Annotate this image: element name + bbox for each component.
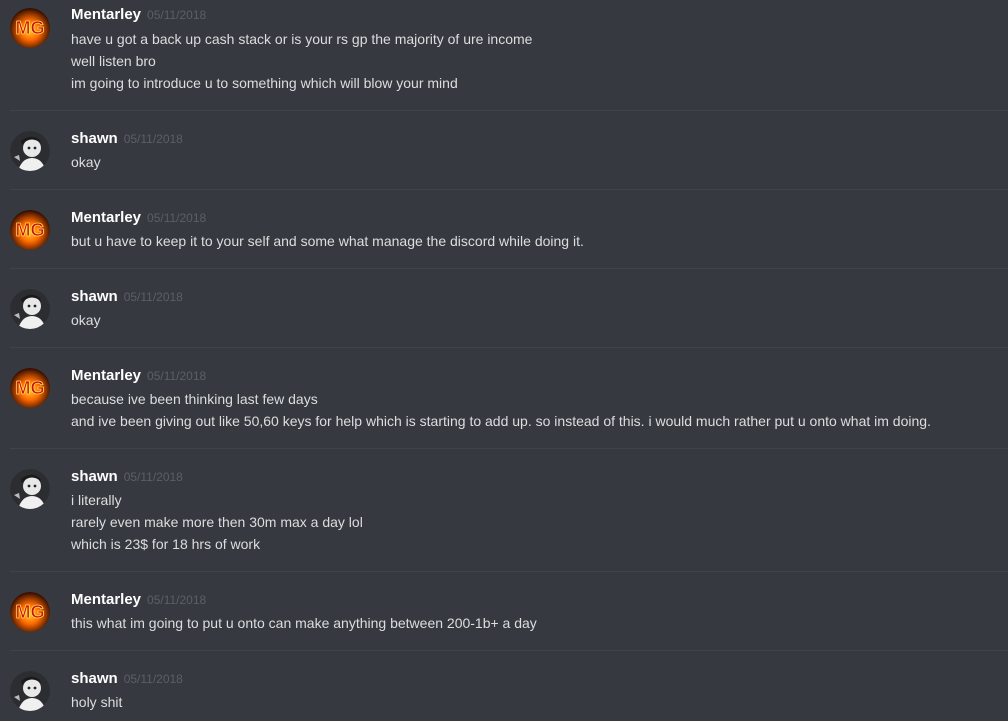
message-header: Mentarley 05/11/2018 <box>71 6 206 26</box>
message-divider <box>10 448 1008 449</box>
message-text: okay <box>71 154 101 170</box>
message-header: Mentarley 05/11/2018 <box>71 209 206 229</box>
message-text: okay <box>71 312 101 328</box>
message-text: which is 23$ for 18 hrs of work <box>71 536 261 552</box>
message-text: this what im going to put u onto can mak… <box>71 615 537 631</box>
timestamp: 05/11/2018 <box>123 290 183 304</box>
mg-avatar-icon[interactable]: MG <box>10 368 50 408</box>
message-header: shawn 05/11/2018 <box>71 468 183 488</box>
username[interactable]: Mentarley <box>71 591 141 608</box>
username[interactable]: shawn <box>71 670 118 687</box>
message-text: but u have to keep it to your self and s… <box>71 233 584 249</box>
svg-text:MG: MG <box>16 378 45 398</box>
message-header: Mentarley 05/11/2018 <box>71 591 206 611</box>
username[interactable]: shawn <box>71 468 118 485</box>
mg-avatar-icon[interactable]: MG <box>10 592 50 632</box>
message-header: Mentarley 05/11/2018 <box>71 367 206 387</box>
message-divider <box>10 110 1008 111</box>
message-text: well listen bro <box>71 53 156 69</box>
timestamp: 05/11/2018 <box>147 8 207 22</box>
message-divider <box>10 571 1008 572</box>
username[interactable]: Mentarley <box>71 6 141 23</box>
message-text: holy shit <box>71 694 123 710</box>
timestamp: 05/11/2018 <box>147 211 207 225</box>
message-text: because ive been thinking last few days <box>71 391 318 407</box>
timestamp: 05/11/2018 <box>123 672 183 686</box>
message-divider <box>10 268 1008 269</box>
message-divider <box>10 189 1008 190</box>
timestamp: 05/11/2018 <box>123 470 183 484</box>
username[interactable]: Mentarley <box>71 367 141 384</box>
timestamp: 05/11/2018 <box>147 593 207 607</box>
shawn-avatar-icon[interactable] <box>10 289 50 329</box>
message-header: shawn 05/11/2018 <box>71 130 183 150</box>
svg-text:MG: MG <box>16 602 45 622</box>
svg-text:MG: MG <box>16 18 45 38</box>
chat-messages: MG Mentarley 05/11/2018 have u got a back… <box>0 0 1008 721</box>
shawn-avatar-icon[interactable] <box>10 469 50 509</box>
message-divider <box>10 650 1008 651</box>
message-text: im going to introduce u to something whi… <box>71 75 458 91</box>
username[interactable]: Mentarley <box>71 209 141 226</box>
timestamp: 05/11/2018 <box>123 132 183 146</box>
timestamp: 05/11/2018 <box>147 369 207 383</box>
svg-text:MG: MG <box>16 220 45 240</box>
shawn-avatar-icon[interactable] <box>10 671 50 711</box>
mg-avatar-icon[interactable]: MG <box>10 210 50 250</box>
message-text: and ive been giving out like 50,60 keys … <box>71 413 931 429</box>
message-header: shawn 05/11/2018 <box>71 288 183 308</box>
message-text: rarely even make more then 30m max a day… <box>71 514 363 530</box>
message-header: shawn 05/11/2018 <box>71 670 183 690</box>
message-divider <box>10 347 1008 348</box>
message-text: i literally <box>71 492 122 508</box>
username[interactable]: shawn <box>71 130 118 147</box>
message-text: have u got a back up cash stack or is yo… <box>71 31 533 47</box>
shawn-avatar-icon[interactable] <box>10 131 50 171</box>
mg-avatar-icon[interactable]: MG <box>10 8 50 48</box>
username[interactable]: shawn <box>71 288 118 305</box>
